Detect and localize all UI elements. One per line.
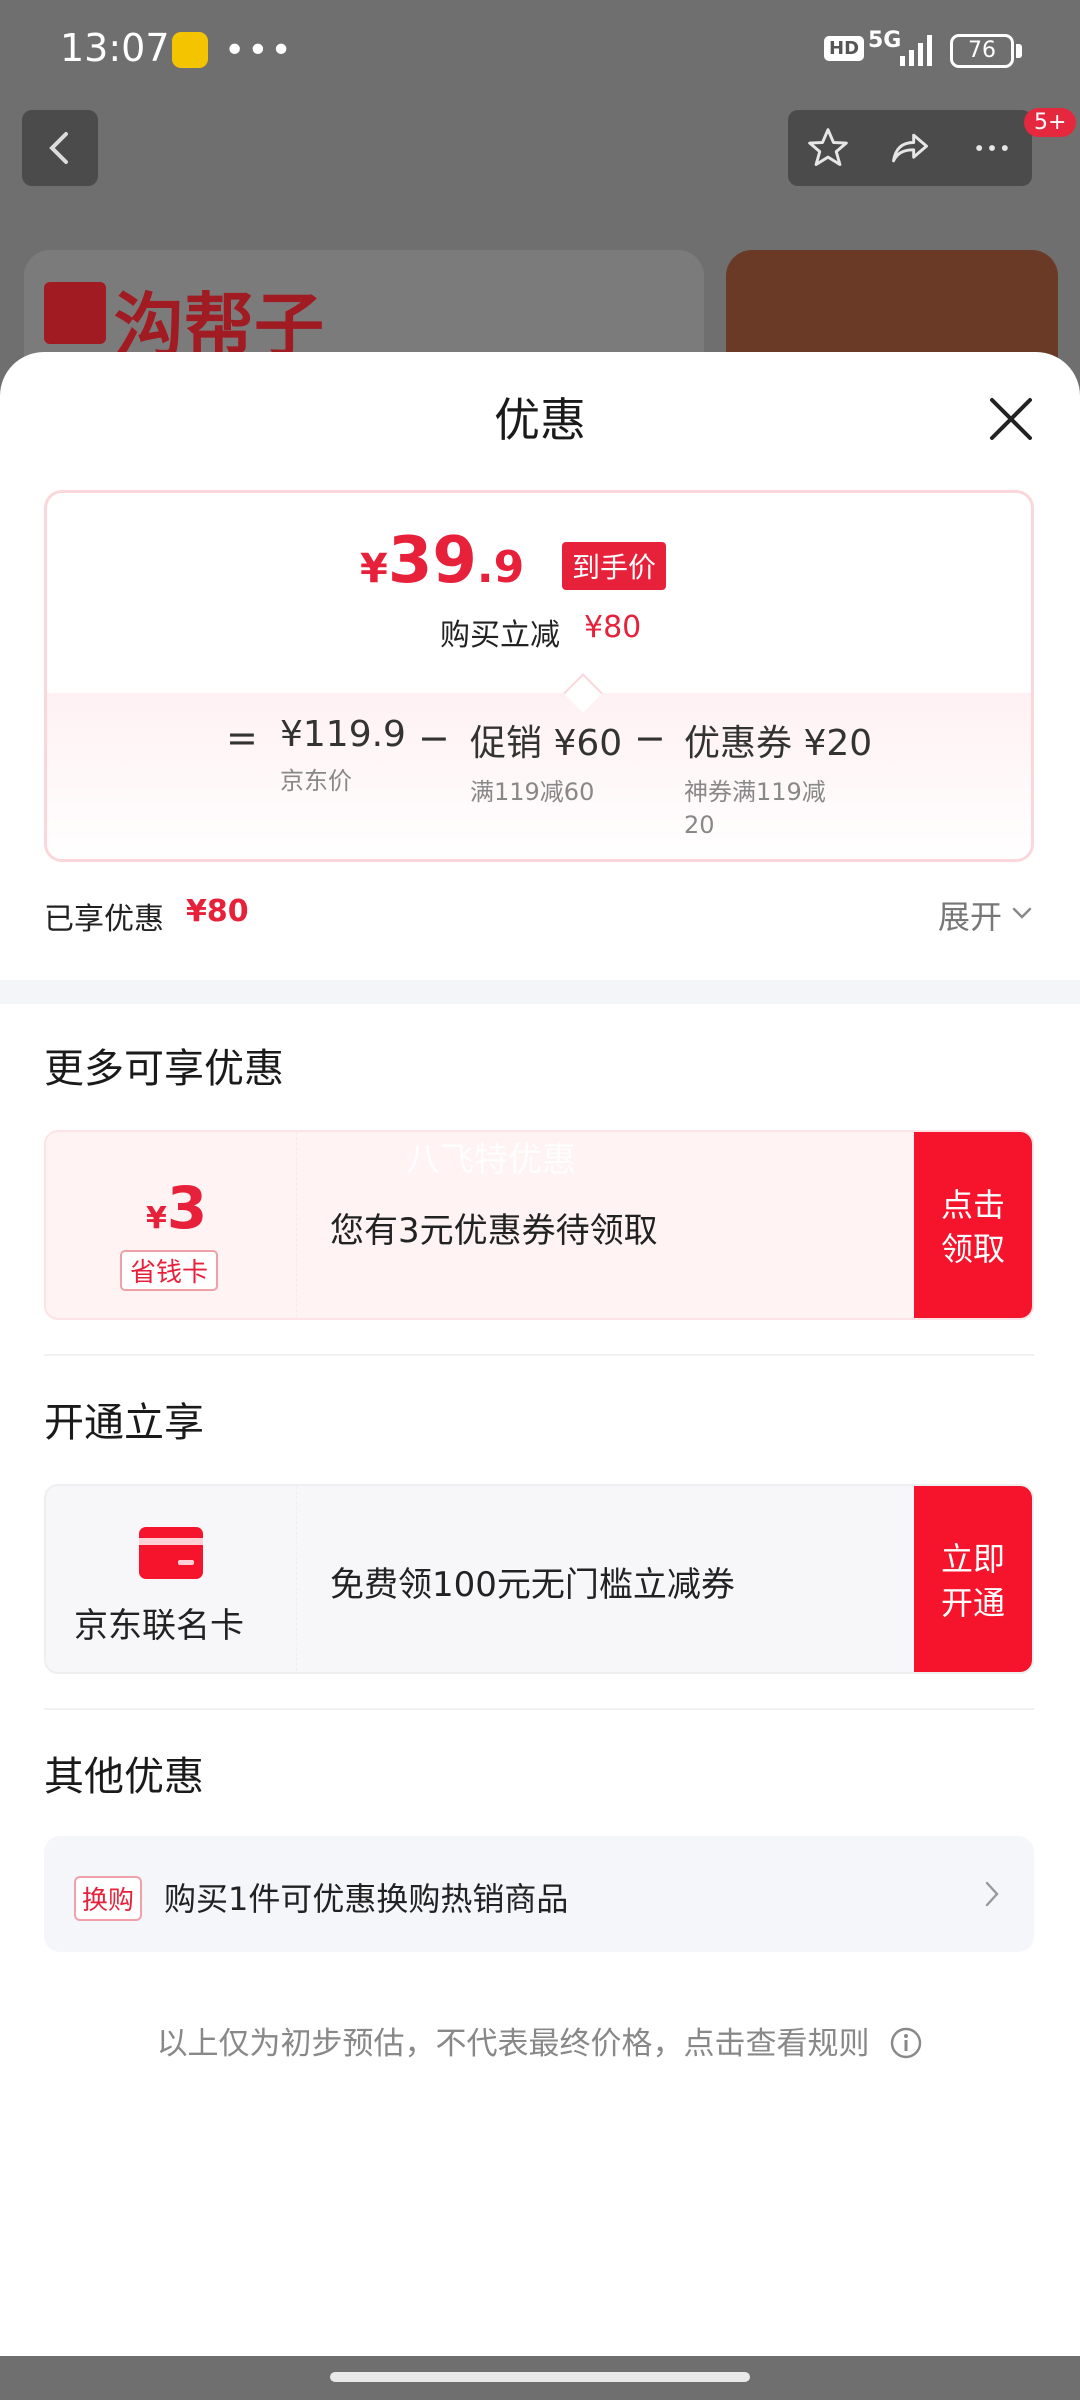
rules-footnote[interactable]: 以上仅为初步预估，不代表最终价格，点击查看规则 [0,2018,1080,2063]
equals-sign: = [226,716,258,760]
more-icon [976,145,1008,151]
trade-in-offer-row[interactable]: 换购 购买1件可优惠换购热销商品 [44,1836,1034,1952]
price-integer: 39 [387,524,477,598]
expand-button[interactable]: 展开 [938,892,1002,938]
open-line2: 开通 [940,1584,1005,1622]
co-branded-card[interactable]: 京东联名卡 免费领100元无门槛立减券 立即 开通 [44,1484,1034,1674]
final-price: ¥39.9 [360,524,524,598]
claim-line2: 领取 [940,1230,1005,1268]
formula-item-promo: 促销 ¥60 满119减60 [470,714,622,807]
coupon-amount: ¥3 [146,1174,207,1242]
formula-label: 满119减60 [470,778,595,806]
claim-line1: 点击 [940,1186,1005,1224]
coupon-amount-value: 3 [166,1174,208,1242]
credit-card-icon [139,1527,203,1579]
info-icon[interactable] [889,2026,923,2060]
reduce-label: 购买立减 [440,618,560,653]
reduce-value: ¥80 [584,610,642,645]
money-saving-card-tag: 省钱卡 [120,1250,219,1291]
formula-label-line2: 20 [684,811,715,839]
share-icon [892,133,928,163]
brand-logo-icon [44,282,106,344]
card-name: 京东联名卡 [74,1606,244,1646]
status-time: 13:07 [60,26,170,70]
section-divider [0,980,1080,1004]
coupon-left: ¥3 省钱卡 [46,1132,297,1318]
other-offers-title: 其他优惠 [44,1754,204,1800]
notification-badge: 5+ [1024,108,1077,137]
formula-label: 神券满119减 [684,778,826,806]
formula-value: 促销 ¥60 [470,723,623,764]
back-button[interactable] [22,110,98,186]
open-now-title: 开通立享 [44,1400,204,1446]
enjoyed-value: ¥80 [186,894,249,929]
claim-coupon-button[interactable]: 点击 领取 [914,1132,1032,1318]
card-benefit-text: 免费领100元无门槛立减券 [330,1564,735,1605]
favorite-button[interactable] [788,110,868,186]
formula-item-jd-price: ¥119.9 京东价 [280,714,406,796]
close-icon[interactable] [988,396,1034,442]
formula-value: ¥119.9 [280,714,406,755]
star-icon [808,128,848,166]
formula-value: 优惠券 ¥20 [684,723,873,764]
minus-sign: − [418,716,450,760]
open-line1: 立即 [940,1540,1005,1578]
open-button-label: 立即 开通 [941,1537,1005,1625]
share-button[interactable] [870,110,950,186]
enjoyed-label: 已享优惠 [44,902,164,937]
footnote-text: 以上仅为初步预估，不代表最终价格，点击查看规则 [156,2026,870,2062]
formula-item-coupon: 优惠券 ¥20 神券满119减 20 [684,714,872,839]
open-card-button[interactable]: 立即 开通 [914,1486,1032,1672]
claim-button-label: 点击 领取 [941,1183,1005,1271]
more-notifications-icon: ••• [224,30,294,71]
chevron-down-icon[interactable] [1012,906,1032,920]
more-offers-title: 更多可享优惠 [44,1046,284,1092]
battery-icon: 76 [950,34,1014,68]
coupon-card[interactable]: ¥3 省钱卡 八飞特优惠 您有3元优惠券待领取 点击 领取 [44,1130,1034,1320]
battery-tip [1016,44,1022,58]
chevron-right-icon [985,1881,999,1907]
home-indicator[interactable] [330,2372,750,2382]
sheet-title: 优惠 [494,393,586,447]
trade-in-text: 购买1件可优惠换购热销商品 [164,1880,569,1918]
hd-icon: HD [824,36,865,61]
currency-symbol: ¥ [360,546,388,592]
coupon-currency: ¥ [146,1201,167,1236]
divider-line [44,1708,1034,1710]
minus-sign: − [634,716,666,760]
price-decimal: .9 [476,542,525,593]
app-notification-icon [172,32,208,68]
coupon-text: 您有3元优惠券待领取 [330,1210,658,1251]
final-price-tag: 到手价 [562,542,667,590]
top-toolbar [788,110,1032,186]
card-left: 京东联名卡 [46,1486,297,1672]
divider-line [44,1354,1034,1356]
chevron-left-icon [49,132,68,164]
network-type: 5G [868,28,902,53]
more-button[interactable] [952,110,1032,186]
trade-in-tag: 换购 [74,1876,143,1921]
signal-icon [900,35,932,66]
formula-label: 京东价 [280,767,352,795]
